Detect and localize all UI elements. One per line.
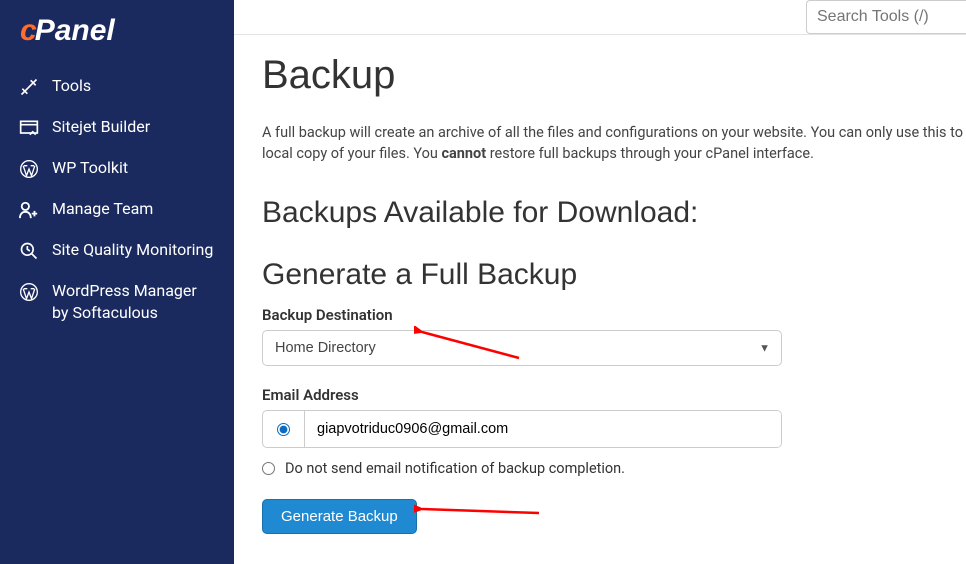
generate-heading: Generate a Full Backup	[262, 258, 966, 292]
sidebar-item-label: WP Toolkit	[52, 157, 128, 179]
email-radio[interactable]	[277, 423, 290, 436]
no-email-label: Do not send email notification of backup…	[285, 460, 625, 477]
dest-select[interactable]: Home Directory	[262, 330, 782, 366]
dest-select-wrap: Home Directory ▼	[262, 330, 782, 366]
sidebar-item-label: Sitejet Builder	[52, 116, 150, 138]
tools-icon	[18, 76, 40, 98]
generate-backup-button[interactable]: Generate Backup	[262, 499, 417, 534]
sitejet-icon	[18, 117, 40, 139]
sidebar-nav: Tools Sitejet Builder WP Toolkit Manage …	[0, 66, 234, 332]
sidebar-item-sitequality[interactable]: Site Quality Monitoring	[0, 230, 234, 271]
available-heading: Backups Available for Download:	[262, 196, 966, 230]
search-input[interactable]	[806, 0, 966, 34]
sidebar-item-sitejet[interactable]: Sitejet Builder	[0, 107, 234, 148]
search-bar	[806, 0, 966, 34]
sidebar-item-label: Tools	[52, 75, 91, 97]
dest-label: Backup Destination	[262, 306, 966, 324]
page-description: A full backup will create an archive of …	[262, 122, 966, 164]
no-email-radio[interactable]	[262, 462, 275, 475]
desc-bold: cannot	[441, 145, 486, 162]
sidebar-item-wptoolkit[interactable]: WP Toolkit	[0, 148, 234, 189]
sidebar: cPanel Tools Sitejet Builder WP Toolkit …	[0, 0, 234, 564]
sidebar-item-wpmanager[interactable]: WordPress Manager by Softaculous	[0, 271, 234, 332]
no-email-row[interactable]: Do not send email notification of backup…	[262, 460, 966, 477]
sidebar-item-tools[interactable]: Tools	[0, 66, 234, 107]
logo: cPanel	[0, 0, 234, 66]
sidebar-item-label: Manage Team	[52, 198, 153, 220]
wordpress-icon	[18, 281, 40, 303]
sidebar-item-label: Site Quality Monitoring	[52, 239, 213, 261]
sidebar-item-label: WordPress Manager by Softaculous	[52, 280, 216, 323]
content: Backup A full backup will create an arch…	[234, 35, 966, 534]
email-label: Email Address	[262, 386, 966, 404]
sidebar-item-manageteam[interactable]: Manage Team	[0, 189, 234, 230]
monitor-icon	[18, 240, 40, 262]
team-icon	[18, 199, 40, 221]
email-radio-cell	[263, 411, 305, 447]
email-input[interactable]	[305, 411, 781, 447]
email-row	[262, 410, 782, 448]
page-title: Backup	[262, 53, 966, 98]
main: Backup A full backup will create an arch…	[234, 0, 966, 564]
desc-suffix: restore full backups through your cPanel…	[486, 145, 814, 162]
wordpress-icon	[18, 158, 40, 180]
